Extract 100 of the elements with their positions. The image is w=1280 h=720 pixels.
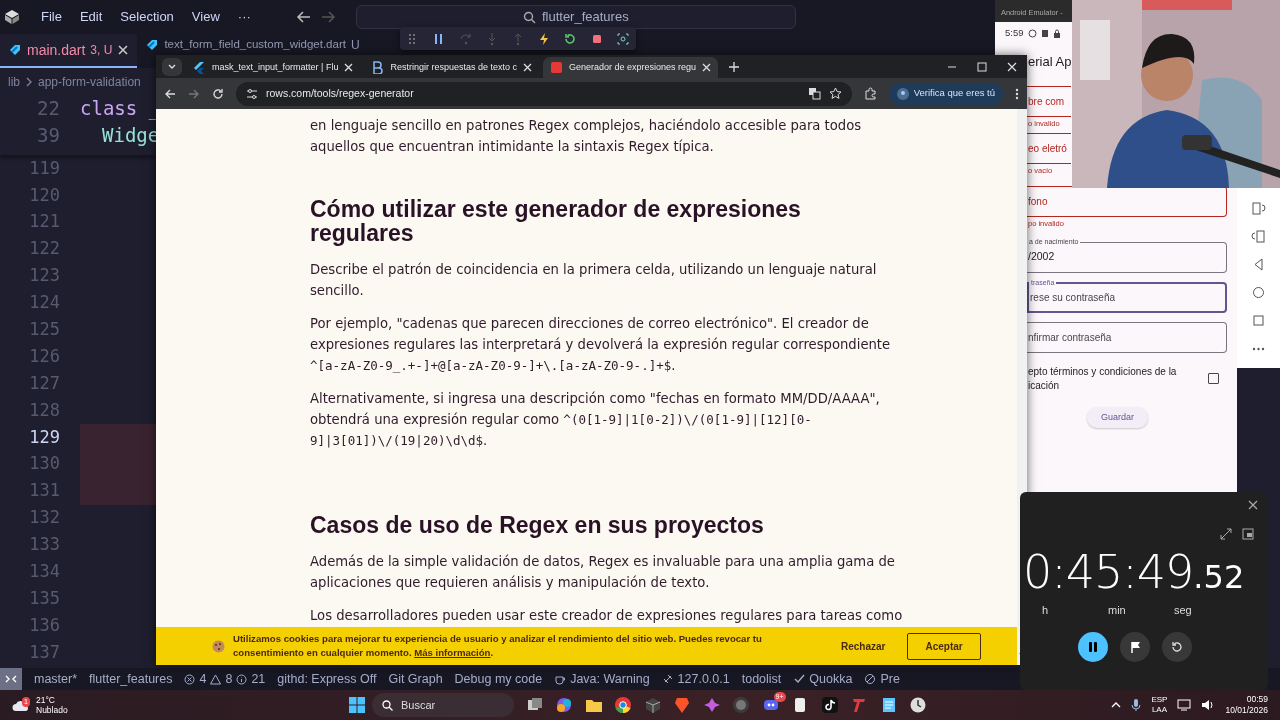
music-note-icon[interactable] (820, 696, 839, 714)
screenshot-icon[interactable] (615, 31, 630, 46)
plug-icon (661, 673, 674, 685)
tab-search-button[interactable] (162, 58, 182, 76)
line-number: 39 (36, 123, 60, 149)
status-item[interactable]: Git Graph (388, 669, 443, 689)
search-icon (522, 10, 536, 24)
lion-shield-icon[interactable] (673, 696, 692, 714)
status-item[interactable]: Pre (880, 669, 900, 689)
close-icon[interactable] (117, 44, 130, 56)
terms-label: epto términos y condiciones de la icación (1028, 364, 1178, 393)
line-number: 132 (28, 506, 60, 530)
text-field[interactable]: eo eletró (1027, 132, 1071, 164)
puzzle-icon[interactable] (863, 87, 877, 100)
expand-icon[interactable] (1220, 528, 1232, 540)
status-item[interactable]: todolist (741, 669, 782, 689)
star-icon[interactable] (828, 87, 842, 100)
speaker-icon[interactable] (1201, 699, 1216, 711)
line-number: 135 (28, 586, 60, 610)
compact-overlay-icon[interactable] (1242, 528, 1254, 540)
search-box[interactable]: Buscar (372, 693, 514, 717)
restart-icon[interactable] (563, 31, 578, 46)
weather-condition: Nublado (36, 705, 68, 715)
start-icon[interactable] (348, 696, 366, 714)
error-icon (184, 673, 196, 685)
menu-item[interactable]: Selection (111, 7, 183, 27)
menu-item[interactable]: View (182, 7, 229, 27)
breadcrumb-item[interactable]: lib (8, 72, 20, 91)
browser-tab[interactable]: Generador de expresiones regu (542, 57, 719, 78)
home-icon[interactable] (1251, 284, 1266, 300)
reload-icon[interactable] (212, 87, 224, 100)
error-count[interactable]: 4 (199, 669, 207, 689)
text-field[interactable]: bre com (1027, 85, 1071, 117)
rotate-icon[interactable] (1251, 200, 1266, 216)
network-icon[interactable] (1177, 699, 1192, 711)
forward-arrow-icon[interactable] (188, 87, 200, 100)
status-item[interactable]: githd: Express Off (277, 669, 377, 689)
more-vertical-icon[interactable] (1015, 87, 1019, 100)
editor-tab[interactable]: text_form_field_custom_widget.dart U (137, 34, 368, 53)
taskbar-date[interactable]: 10/01/2026 (1225, 705, 1268, 716)
back-arrow-icon[interactable] (295, 9, 312, 25)
accept-button[interactable]: Aceptar (907, 632, 981, 660)
editor-tab[interactable]: main.dart 3, U (0, 34, 138, 68)
folder-status[interactable]: flutter_features (89, 669, 173, 689)
breadcrumb-item[interactable]: app-form-validation (38, 72, 141, 91)
line-number: 124 (28, 291, 60, 315)
command-center[interactable]: flutter_features (355, 5, 796, 29)
line-number: 129 (28, 425, 60, 449)
pause-icon (1088, 641, 1098, 653)
status-item[interactable]: 127.0.0.1 (677, 669, 730, 689)
cube-icon[interactable] (643, 696, 662, 714)
line-number: 136 (28, 613, 60, 637)
clock-icon[interactable] (909, 696, 928, 714)
address-bar[interactable]: rows.com/tools/regex-generator (236, 81, 852, 106)
menu-item[interactable]: File (32, 7, 71, 27)
colorful-logo-icon[interactable] (555, 696, 574, 714)
reject-button[interactable]: Rechazar (841, 638, 886, 654)
line-number: 128 (28, 398, 60, 422)
translate-icon[interactable] (807, 87, 821, 100)
line-number: 120 (28, 183, 60, 207)
maximize-icon[interactable] (977, 61, 987, 72)
save-button[interactable]: Guardar (1087, 406, 1149, 428)
remote-button[interactable] (0, 668, 22, 690)
browser-icon[interactable] (614, 696, 633, 714)
chevron-up-icon[interactable] (1111, 701, 1122, 709)
status-item[interactable]: Java: Warning (570, 669, 650, 689)
warning-count[interactable]: 8 (225, 669, 233, 689)
line-number: 121 (28, 210, 60, 234)
checkbox[interactable] (1208, 373, 1219, 384)
colorful-app-icon[interactable] (702, 696, 721, 714)
status-item[interactable]: Debug my code (454, 669, 543, 689)
pause-button[interactable] (1078, 632, 1108, 662)
line-number: 119 (28, 156, 60, 180)
menu-item[interactable]: Edit (70, 7, 112, 27)
close-icon[interactable] (1248, 500, 1258, 510)
letter-b-icon (371, 61, 385, 74)
rotate-icon[interactable] (1251, 228, 1266, 244)
menu-item[interactable]: ··· (228, 7, 260, 27)
status-item[interactable]: Quokka (809, 669, 853, 689)
keyboard-layout[interactable]: LAA (1151, 705, 1167, 715)
browser-tab[interactable]: mask_text_input_formatter | Flu (186, 57, 361, 78)
section-heading: Cómo utilizar este generador de expresiones regulares (310, 197, 802, 245)
caret-icon (168, 64, 176, 70)
verify-button[interactable]: Verifica que eres tú (888, 82, 1003, 105)
line-number: 126 (28, 344, 60, 368)
timer-fraction: .52 (1193, 557, 1245, 598)
paragraph: Los desarrolladores pueden usar este creador de expresiones regulares para tareas como (310, 607, 904, 625)
record-icon[interactable] (732, 696, 751, 714)
text-field[interactable]: nfirmar contraseña (1027, 321, 1227, 353)
line-number: 134 (28, 560, 60, 584)
back-arrow-icon[interactable] (164, 87, 176, 100)
microphone-icon[interactable] (1131, 698, 1142, 712)
info-count[interactable]: 21 (251, 669, 266, 689)
branch-status[interactable]: master* (34, 669, 78, 689)
lap-button[interactable] (1120, 632, 1150, 662)
reset-button[interactable] (1162, 632, 1192, 662)
plus-icon[interactable] (728, 61, 741, 73)
input-language[interactable]: ESP (1151, 695, 1168, 705)
browser-tab[interactable]: Restringir respuestas de texto c (364, 57, 539, 78)
taskbar-time[interactable]: 00:59 (1246, 694, 1268, 705)
